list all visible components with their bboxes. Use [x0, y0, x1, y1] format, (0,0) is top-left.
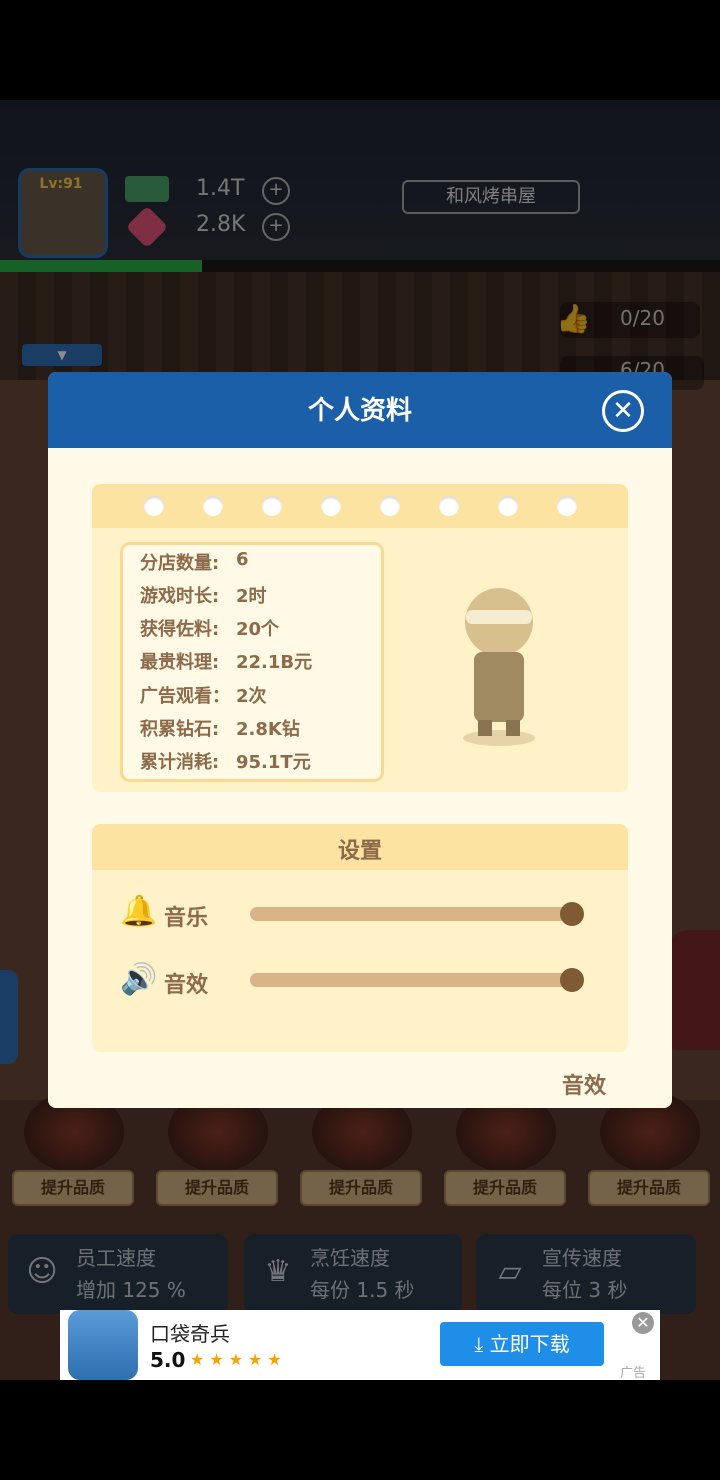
modal-footer-label: 音效 — [562, 1074, 607, 1099]
music-slider[interactable] — [250, 907, 582, 921]
stat-label-branches: 分店数量: — [140, 553, 220, 574]
binding-ring — [557, 496, 577, 516]
speaker-icon: 🔊 — [120, 962, 158, 997]
close-icon[interactable]: ✕ — [602, 390, 644, 432]
ad-stars: ★★★★★ — [190, 1350, 287, 1369]
stat-label-ads-watched: 广告观看： — [140, 686, 230, 707]
modal-title: 个人资料 — [307, 396, 412, 426]
notebook-binding — [92, 484, 628, 528]
sfx-slider[interactable] — [250, 973, 582, 987]
music-label: 音乐 — [164, 906, 209, 931]
stat-label-total-spent: 累计消耗: — [140, 752, 220, 773]
chef-character-silhouette — [463, 588, 535, 746]
binding-ring — [144, 496, 164, 516]
stat-value-total-spent: 95.1T元 — [236, 752, 311, 773]
stat-value-branches: 6 — [236, 549, 249, 570]
stat-value-ads-watched: 2次 — [236, 686, 267, 707]
settings-title: 设置 — [337, 839, 382, 864]
stat-value-priciest-dish: 22.1B元 — [236, 652, 313, 673]
stat-value-diamonds: 2.8K钻 — [236, 719, 300, 740]
sfx-slider-handle[interactable] — [560, 968, 584, 992]
ad-rating: 5.0 — [150, 1348, 186, 1372]
ad-app-icon[interactable] — [68, 1310, 138, 1380]
bell-icon: 🔔 — [120, 894, 158, 929]
sfx-label: 音效 — [164, 973, 209, 998]
music-slider-handle[interactable] — [560, 902, 584, 926]
ad-close-icon[interactable]: ✕ — [632, 1312, 654, 1334]
ad-label: 广告 — [620, 1366, 647, 1381]
ad-title: 口袋奇兵 — [150, 1322, 230, 1346]
binding-ring — [321, 496, 341, 516]
stat-value-seasonings: 20个 — [236, 619, 280, 640]
stat-label-playtime: 游戏时长: — [140, 586, 220, 607]
binding-ring — [262, 496, 282, 516]
binding-ring — [498, 496, 518, 516]
ad-download-button[interactable]: ⤓ 立即下载 — [440, 1322, 604, 1366]
binding-ring — [203, 496, 223, 516]
stat-label-seasonings: 获得佐料: — [140, 619, 220, 640]
stat-label-priciest-dish: 最贵料理: — [140, 652, 220, 673]
stat-value-playtime: 2时 — [236, 586, 267, 607]
binding-ring — [439, 496, 459, 516]
stat-label-diamonds: 积累钻石: — [140, 719, 220, 740]
binding-ring — [380, 496, 400, 516]
